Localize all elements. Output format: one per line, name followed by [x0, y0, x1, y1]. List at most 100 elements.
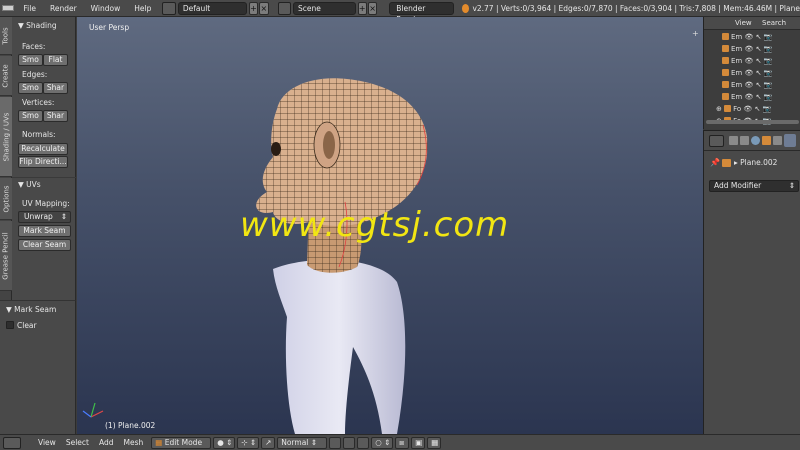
scene-icon[interactable]	[277, 1, 292, 15]
faces-flat-button[interactable]: Flat	[43, 54, 68, 66]
proportional-edit-dropdown[interactable]: ○ ⇕	[371, 436, 394, 449]
vertices-label: Vertices:	[22, 98, 55, 107]
tab-tools[interactable]: Tools	[0, 17, 12, 55]
menu-select[interactable]: Select	[61, 434, 94, 450]
last-operator-panel: ▼ Mark Seam Clear	[0, 300, 76, 434]
outliner-scrollbar[interactable]	[706, 120, 799, 124]
outliner-row[interactable]: ⊕ Fo 👁 ↖ 📷	[716, 103, 795, 115]
vertices-smooth-button[interactable]: Smo	[18, 110, 43, 122]
outliner-row[interactable]: Em 👁 ↖ 📷	[722, 55, 800, 67]
mark-seam-operator-header[interactable]: ▼ Mark Seam	[0, 303, 76, 316]
menu-mesh[interactable]: Mesh	[118, 434, 148, 450]
pivot-point-dropdown[interactable]: ⊹ ⇕	[237, 436, 260, 449]
scene-field[interactable]: Scene	[293, 1, 356, 15]
3d-viewport[interactable]: User Persp + www.cgtsj.com (1) Plane.002	[77, 17, 703, 434]
outliner-view-menu[interactable]: View	[735, 19, 752, 27]
modifier-tab-icon[interactable]	[784, 134, 796, 147]
edit-mode-icon: ▦	[155, 437, 163, 447]
force-field-icon	[724, 105, 732, 112]
mesh-object-icon	[722, 159, 731, 167]
info-header: File Render Window Help Default + × Scen…	[0, 0, 800, 24]
render-anim-icon[interactable]: ▦	[427, 436, 442, 449]
add-layout-button[interactable]: +	[248, 1, 259, 15]
outliner-row[interactable]: Em 👁 ↖ 📷	[722, 79, 800, 91]
screen-layout-icon[interactable]	[162, 1, 176, 15]
outliner-row[interactable]: Em 👁 ↖ 📷	[722, 91, 800, 103]
outliner-search-menu[interactable]: Search	[762, 19, 786, 27]
outliner-header: View Search	[704, 17, 800, 30]
object-name-breadcrumb: ▸ Plane.002	[734, 158, 778, 167]
edge-select-icon[interactable]	[343, 436, 356, 449]
outliner-row[interactable]: Em 👁 ↖ 📷	[722, 67, 800, 79]
uvs-panel-header[interactable]: ▼ UVs	[12, 177, 76, 190]
empty-icon	[722, 69, 729, 76]
watermark-text: www.cgtsj.com	[240, 205, 510, 245]
mark-seam-button[interactable]: Mark Seam	[18, 225, 71, 237]
transform-orientation-dropdown[interactable]: Normal ⇕	[277, 436, 328, 449]
vertex-select-icon[interactable]	[329, 436, 342, 449]
viewport-header: View Select Add Mesh ▦ Edit Mode ● ⇕ ⊹ ⇕…	[0, 434, 800, 450]
unwrap-dropdown[interactable]: Unwrap ⇕	[18, 211, 71, 223]
remove-layout-button[interactable]: ×	[259, 1, 269, 15]
properties-editor: 📌 ▸ Plane.002 Add Modifier ⇕	[703, 130, 800, 434]
menu-render[interactable]: Render	[43, 0, 84, 17]
clear-checkbox[interactable]	[6, 321, 14, 329]
render-preview-icon[interactable]: ▣	[411, 436, 426, 449]
screen-layout-field[interactable]: Default	[177, 1, 247, 15]
blender-logo-icon[interactable]	[0, 0, 16, 17]
faces-label: Faces:	[22, 42, 46, 51]
manipulator-toggle[interactable]: ↗	[261, 436, 276, 449]
add-modifier-dropdown[interactable]: Add Modifier ⇕	[709, 180, 799, 192]
render-tab-icon[interactable]	[729, 136, 738, 145]
recalculate-normals-button[interactable]: Recalculate	[18, 143, 68, 155]
clear-seam-button[interactable]: Clear Seam	[18, 239, 71, 251]
add-scene-button[interactable]: +	[357, 1, 367, 15]
scene-tab-icon[interactable]	[740, 136, 749, 145]
vertices-sharp-button[interactable]: Shar	[43, 110, 68, 122]
empty-icon	[722, 33, 729, 40]
menu-view[interactable]: View	[33, 434, 61, 450]
dropdown-arrows-icon: ⇕	[60, 212, 67, 221]
tab-create[interactable]: Create	[0, 56, 12, 96]
menu-help[interactable]: Help	[127, 0, 158, 17]
world-tab-icon[interactable]	[751, 136, 760, 145]
object-tab-icon[interactable]	[762, 136, 771, 145]
editor-type-icon[interactable]	[3, 436, 21, 449]
properties-tabs	[704, 131, 800, 151]
faces-smooth-button[interactable]: Smo	[18, 54, 43, 66]
tab-options[interactable]: Options	[0, 178, 12, 220]
empty-icon	[722, 93, 729, 100]
empty-icon	[722, 45, 729, 52]
active-object-label: (1) Plane.002	[105, 421, 156, 430]
blender-version-icon	[462, 3, 470, 13]
scene-stats: v2.77 | Verts:0/3,964 | Edges:0/7,870 | …	[472, 3, 800, 13]
body-mesh	[273, 259, 406, 434]
outliner-row[interactable]: Em 👁 ↖ 📷	[722, 31, 800, 43]
outliner-row[interactable]: Em 👁 ↖ 📷	[722, 43, 800, 55]
tab-grease-pencil[interactable]: Grease Pencil	[0, 221, 12, 291]
render-engine-dropdown[interactable]: Blender Render	[389, 1, 455, 24]
empty-icon	[722, 57, 729, 64]
menu-file[interactable]: File	[16, 0, 43, 17]
tab-shading-uvs[interactable]: Shading / UVs	[0, 97, 12, 177]
flip-direction-button[interactable]: Flip Directi...	[18, 156, 68, 168]
shading-panel-header[interactable]: ▼ Shading	[12, 19, 76, 32]
face-select-icon[interactable]	[357, 436, 370, 449]
uv-mapping-label: UV Mapping:	[22, 199, 70, 208]
mode-dropdown[interactable]: ▦ Edit Mode	[151, 436, 212, 449]
edges-sharp-button[interactable]: Shar	[43, 82, 68, 94]
edges-smooth-button[interactable]: Smo	[18, 82, 43, 94]
viewport-shading-dropdown[interactable]: ● ⇕	[213, 436, 236, 449]
dropdown-arrows-icon: ⇕	[788, 181, 795, 190]
snap-toggle[interactable]: ⧈	[395, 436, 410, 449]
normals-label: Normals:	[22, 130, 56, 139]
clear-label: Clear	[17, 321, 37, 330]
outliner: View Search Em 👁 ↖ 📷 Em 👁 ↖ 📷 Em 👁 ↖ 📷 E…	[703, 17, 800, 129]
constraint-tab-icon[interactable]	[773, 136, 782, 145]
menu-add[interactable]: Add	[94, 434, 119, 450]
pin-icon[interactable]: 📌	[710, 158, 720, 167]
editor-type-icon[interactable]	[709, 135, 724, 147]
remove-scene-button[interactable]: ×	[367, 1, 378, 15]
menu-window[interactable]: Window	[84, 0, 128, 17]
edges-label: Edges:	[22, 70, 48, 79]
